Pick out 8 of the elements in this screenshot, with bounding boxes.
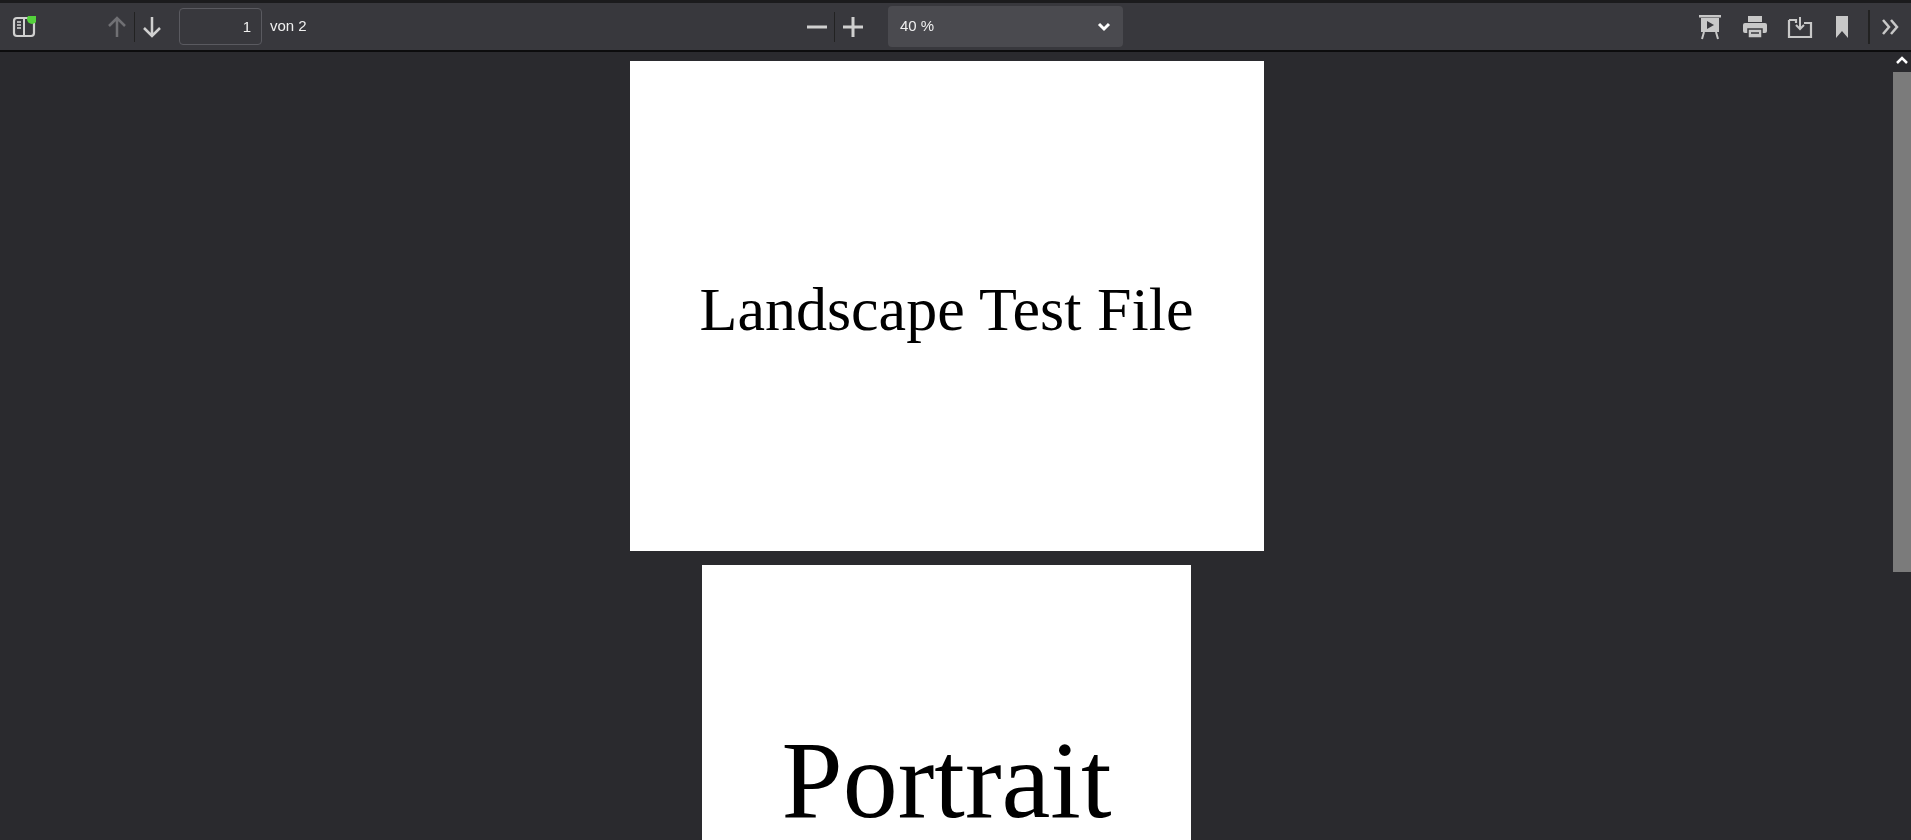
zoom-value: 40 % [900,16,935,37]
scroll-up-icon[interactable] [1896,56,1908,64]
page-number-field[interactable]: 1 [179,8,262,45]
zoom-select[interactable]: 40 % [888,6,1123,47]
chevron-down-icon [1097,21,1111,32]
scrollbar-thumb[interactable] [1893,72,1911,572]
page-count: von 2 [270,16,307,37]
page-title: Portrait [781,725,1112,840]
